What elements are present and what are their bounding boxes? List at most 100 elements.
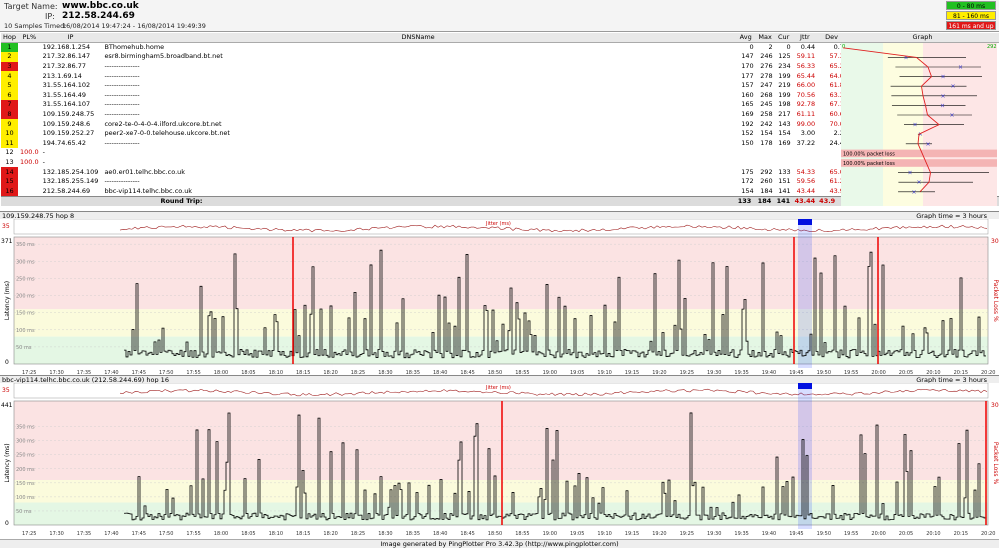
cell-max: 268 — [760, 90, 773, 99]
cell-pl — [18, 91, 41, 101]
hop-number: 6 — [1, 90, 18, 101]
cell-max: 178 — [760, 138, 773, 147]
col-dev[interactable]: Dev — [817, 33, 846, 44]
cur-marker: × — [951, 83, 956, 90]
x-tick-label: 18:40 — [433, 531, 447, 537]
loss-max-label: 30 — [991, 238, 999, 245]
hop-graph: 0 292××××××××××100.00% packet loss100.00%… — [841, 43, 997, 206]
cell-avg: 160 — [741, 90, 754, 99]
cell-dns: peer2-xe7-0-0.telehouse.ukcore.bt.net — [104, 129, 230, 138]
x-tick-label: 19:50 — [817, 531, 831, 537]
y-tick-label: 300 ms — [16, 439, 35, 445]
cell-ip: 109.159.252.27 — [42, 129, 95, 138]
cur-marker: × — [912, 189, 917, 196]
cell-max: 276 — [760, 62, 773, 71]
loss-axis-label: Packet Loss % — [992, 279, 999, 322]
y-tick-label: 100 ms — [16, 495, 35, 501]
target-ip: 212.58.244.69 — [62, 11, 135, 21]
cell-ip: - — [42, 158, 45, 167]
hop-number: 16 — [1, 186, 18, 197]
cell-cur: 169 — [778, 138, 791, 147]
x-tick-label: 18:50 — [488, 531, 502, 537]
cell-pl — [18, 81, 41, 91]
cell-ip: 213.1.69.14 — [42, 71, 82, 80]
cell-jttr — [793, 158, 818, 168]
cell-max — [756, 158, 775, 168]
cell-cur: 199 — [778, 71, 791, 80]
cell-cur: 125 — [778, 52, 791, 61]
col-dns[interactable]: DNSName — [100, 33, 736, 44]
cur-marker: × — [913, 122, 918, 129]
latency-chart-hop8[interactable]: 35 Jitter (ms) 350 ms 300 ms 250 ms 200 ms 150… — [0, 219, 999, 378]
col-ip[interactable]: IP — [40, 33, 101, 44]
col-pl[interactable]: PL% — [18, 33, 41, 44]
cell-cur: 198 — [778, 100, 791, 109]
hop-number: 10 — [1, 128, 18, 139]
col-max[interactable]: Max — [755, 33, 775, 44]
cell-jttr: 59.11 — [796, 52, 816, 61]
x-tick-label: 19:00 — [543, 531, 557, 537]
y-tick-label: 150 ms — [16, 481, 35, 487]
cell-cur: 219 — [778, 81, 791, 90]
cell-jttr: 99.00 — [796, 119, 816, 128]
cell-ip: - — [42, 148, 45, 157]
packet-loss-label: 100.00% packet loss — [843, 151, 895, 157]
x-tick-label: 20:15 — [954, 531, 968, 537]
cell-cur: 0 — [786, 43, 791, 52]
x-tick-label: 18:25 — [351, 531, 365, 537]
x-tick-label: 19:40 — [762, 531, 776, 537]
y-tick-label: 100 ms — [16, 328, 35, 334]
cell-pl — [18, 71, 41, 81]
x-tick-label: 18:10 — [269, 531, 283, 537]
cell-max: 260 — [760, 177, 773, 186]
cell-dns: --------------- — [104, 110, 140, 119]
latency-chart-hop16[interactable]: 35 Jitter (ms) 350 ms 300 ms 250 ms 200 ms 150… — [0, 383, 999, 539]
cur-marker: × — [958, 64, 963, 71]
roundtrip-cur: 141 — [774, 195, 793, 206]
x-tick-label: 19:20 — [652, 531, 666, 537]
x-tick-label: 17:55 — [186, 531, 200, 537]
x-tick-label: 18:15 — [296, 531, 310, 537]
hop-number: 1 — [1, 42, 18, 53]
hop-number: 5 — [1, 80, 18, 91]
legend-green: 0 - 80 ms — [946, 1, 996, 10]
cell-dns: core2-te-0-4-0-4.ilford.ukcore.bt.net — [104, 119, 222, 128]
roundtrip-label: Round Trip: — [100, 195, 736, 206]
cell-avg: 170 — [741, 62, 754, 71]
roundtrip-max: 184 — [755, 195, 775, 206]
col-graph[interactable]: Graph — [845, 33, 999, 44]
y-max-label: 371 — [1, 238, 13, 245]
cell-max: 278 — [760, 71, 773, 80]
x-tick-label: 17:40 — [104, 531, 118, 537]
cell-jttr: 59.56 — [796, 177, 816, 186]
graph-min-label: 0 — [842, 44, 845, 50]
cell-max: 292 — [760, 167, 773, 176]
cell-jttr: 92.78 — [796, 100, 816, 109]
col-hop[interactable]: Hop — [1, 33, 18, 44]
cell-avg: 192 — [741, 119, 754, 128]
ip-label: IP: — [45, 12, 55, 21]
cell-pl — [18, 177, 41, 187]
x-tick-label: 17:25 — [22, 531, 36, 537]
cell-ip: 109.159.248.75 — [42, 110, 95, 119]
y-tick-label: 150 ms — [16, 311, 35, 317]
x-tick-label: 19:45 — [789, 531, 803, 537]
col-avg[interactable]: Avg — [735, 33, 756, 44]
cell-avg: 175 — [741, 167, 754, 176]
cell-dns: ae0.er01.telhc.bbc.co.uk — [104, 167, 186, 176]
cell-ip: 31.55.164.102 — [42, 81, 91, 90]
cell-jttr: 54.33 — [796, 167, 816, 176]
col-jttr[interactable]: Jttr — [792, 33, 818, 44]
jitter-max-label: 35 — [2, 387, 10, 394]
cur-marker: × — [917, 179, 922, 186]
cell-avg — [736, 148, 756, 158]
cell-avg — [736, 158, 756, 168]
x-tick-label: 19:15 — [625, 531, 639, 537]
cell-avg: 165 — [741, 100, 754, 109]
col-cur[interactable]: Cur — [774, 33, 793, 44]
cell-cur: 199 — [778, 90, 791, 99]
cell-max: 184 — [760, 186, 773, 195]
cell-dns — [100, 158, 735, 168]
cell-jttr: 3.00 — [800, 129, 816, 138]
cur-marker: × — [940, 102, 945, 109]
